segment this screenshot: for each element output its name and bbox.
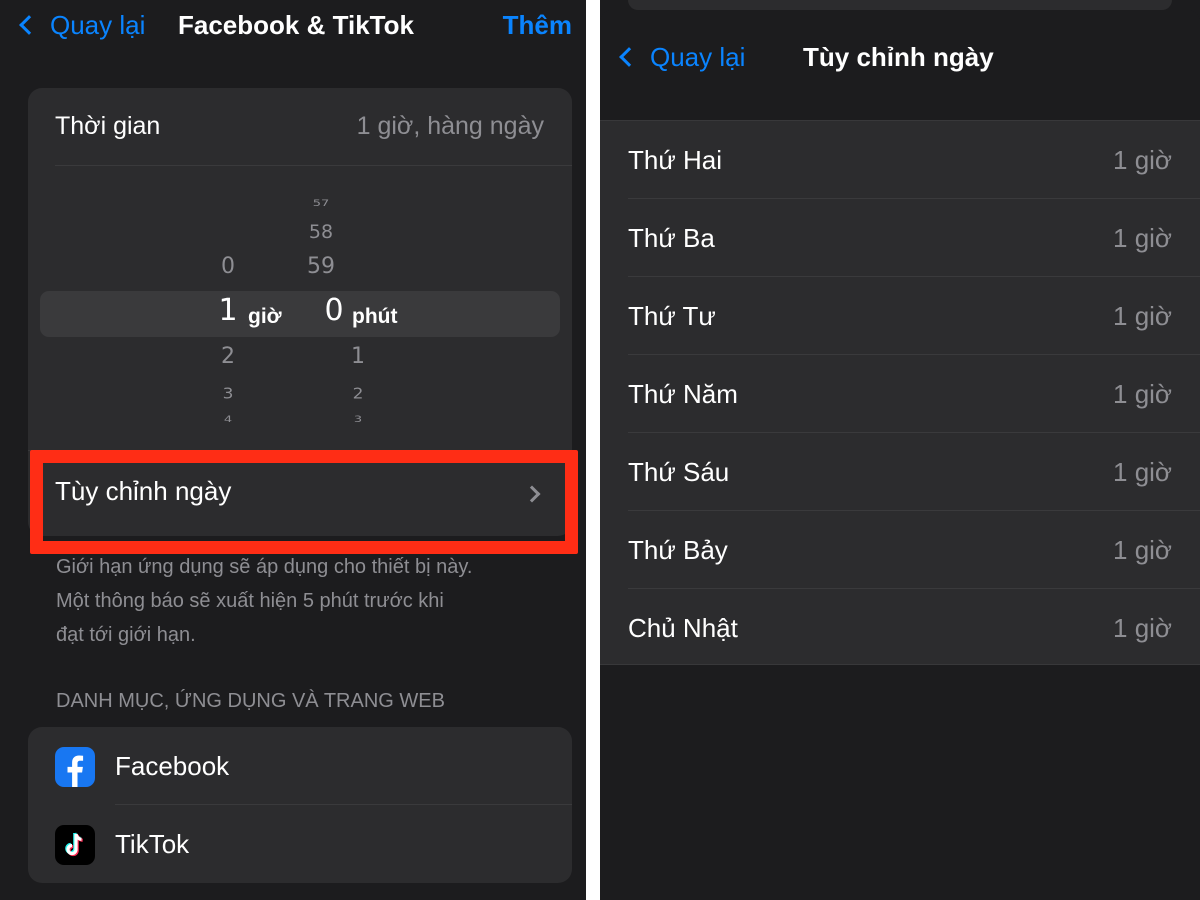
app-name: Facebook <box>115 751 230 781</box>
day-row-tuesday[interactable]: Thứ Ba 1 giờ <box>600 199 1200 277</box>
apps-card: Facebook TikTok <box>28 727 572 883</box>
hour-option[interactable]: 2 <box>208 344 248 369</box>
hour-option[interactable]: 3 <box>208 385 248 403</box>
tiktok-icon <box>55 825 95 865</box>
section-header: DANH MỤC, ỨNG DỤNG VÀ TRANG WEB <box>56 690 445 712</box>
chevron-left-icon <box>19 15 39 35</box>
day-row-sunday[interactable]: Chủ Nhật 1 giờ <box>600 589 1200 667</box>
footnote-line: Giới hạn ứng dụng sẽ áp dụng cho thiết b… <box>56 556 473 578</box>
back-label: Quay lại <box>50 9 146 40</box>
day-name: Chủ Nhật <box>628 613 738 643</box>
day-name: Thứ Bảy <box>628 535 728 565</box>
page-title: Facebook & TikTok <box>178 10 414 40</box>
footnote-line: Một thông báo sẽ xuất hiện 5 phút trước … <box>56 590 444 612</box>
day-name: Thứ Hai <box>628 145 722 175</box>
custom-days-screen: Quay lại Tùy chỉnh ngày Thứ Hai 1 giờ Th… <box>600 0 1200 900</box>
custom-days-sheet: Quay lại Tùy chỉnh ngày Thứ Hai 1 giờ Th… <box>600 10 1200 900</box>
minute-option[interactable]: 3 <box>338 414 378 425</box>
day-name: Thứ Ba <box>628 223 715 253</box>
day-name: Thứ Năm <box>628 379 738 409</box>
facebook-icon <box>55 747 95 787</box>
app-limit-screen: Quay lại Facebook & TikTok Thêm Thời gia… <box>0 0 586 900</box>
day-limit-value: 1 giờ <box>1113 613 1172 643</box>
footnote-line: đạt tới giới hạn. <box>56 624 196 646</box>
day-row-wednesday[interactable]: Thứ Tư 1 giờ <box>600 277 1200 355</box>
back-button[interactable]: Quay lại <box>19 8 146 42</box>
day-limit-value: 1 giờ <box>1113 301 1172 331</box>
day-row-saturday[interactable]: Thứ Bảy 1 giờ <box>600 511 1200 589</box>
minute-option[interactable]: 58 <box>301 221 341 243</box>
day-row-thursday[interactable]: Thứ Năm 1 giờ <box>600 355 1200 433</box>
chevron-left-icon <box>619 47 639 67</box>
day-row-monday[interactable]: Thứ Hai 1 giờ <box>600 121 1200 199</box>
day-limit-value: 1 giờ <box>1113 535 1172 565</box>
app-row-facebook[interactable]: Facebook <box>28 727 572 805</box>
day-list: Thứ Hai 1 giờ Thứ Ba 1 giờ Thứ Tư 1 giờ … <box>600 120 1200 665</box>
duration-picker[interactable]: 0 1 giờ 2 3 4 57 58 59 0 phút 1 2 3 <box>28 166 572 450</box>
highlight-box <box>30 450 578 554</box>
minute-option[interactable]: 1 <box>338 344 378 369</box>
minute-selected[interactable]: 0 <box>314 293 354 328</box>
day-name: Thứ Tư <box>628 301 716 331</box>
day-limit-value: 1 giờ <box>1113 223 1172 253</box>
page-title: Tùy chỉnh ngày <box>803 42 994 72</box>
sheet-backdrop <box>628 0 1172 10</box>
day-name: Thứ Sáu <box>628 457 730 487</box>
minute-unit-label: phút <box>352 305 398 328</box>
time-value: 1 giờ, hàng ngày <box>356 112 544 140</box>
picker-selection-band <box>40 291 560 337</box>
app-name: TikTok <box>115 829 190 859</box>
day-limit-value: 1 giờ <box>1113 379 1172 409</box>
back-label: Quay lại <box>650 41 746 72</box>
minute-option[interactable]: 59 <box>301 254 341 279</box>
hour-unit-label: giờ <box>248 305 282 328</box>
hour-option[interactable]: 0 <box>208 254 248 279</box>
app-row-tiktok[interactable]: TikTok <box>28 805 572 883</box>
add-button[interactable]: Thêm <box>503 8 572 42</box>
day-limit-value: 1 giờ <box>1113 457 1172 487</box>
day-row-friday[interactable]: Thứ Sáu 1 giờ <box>600 433 1200 511</box>
footnote: Giới hạn ứng dụng sẽ áp dụng cho thiết b… <box>56 550 556 652</box>
time-label: Thời gian <box>55 112 161 140</box>
minute-option[interactable]: 57 <box>301 198 341 209</box>
hour-option[interactable]: 4 <box>208 414 248 425</box>
day-limit-value: 1 giờ <box>1113 145 1172 175</box>
hour-selected[interactable]: 1 <box>208 293 248 328</box>
minute-option[interactable]: 2 <box>338 385 378 403</box>
time-row[interactable]: Thời gian 1 giờ, hàng ngày <box>28 88 572 166</box>
back-button[interactable]: Quay lại <box>619 40 746 74</box>
